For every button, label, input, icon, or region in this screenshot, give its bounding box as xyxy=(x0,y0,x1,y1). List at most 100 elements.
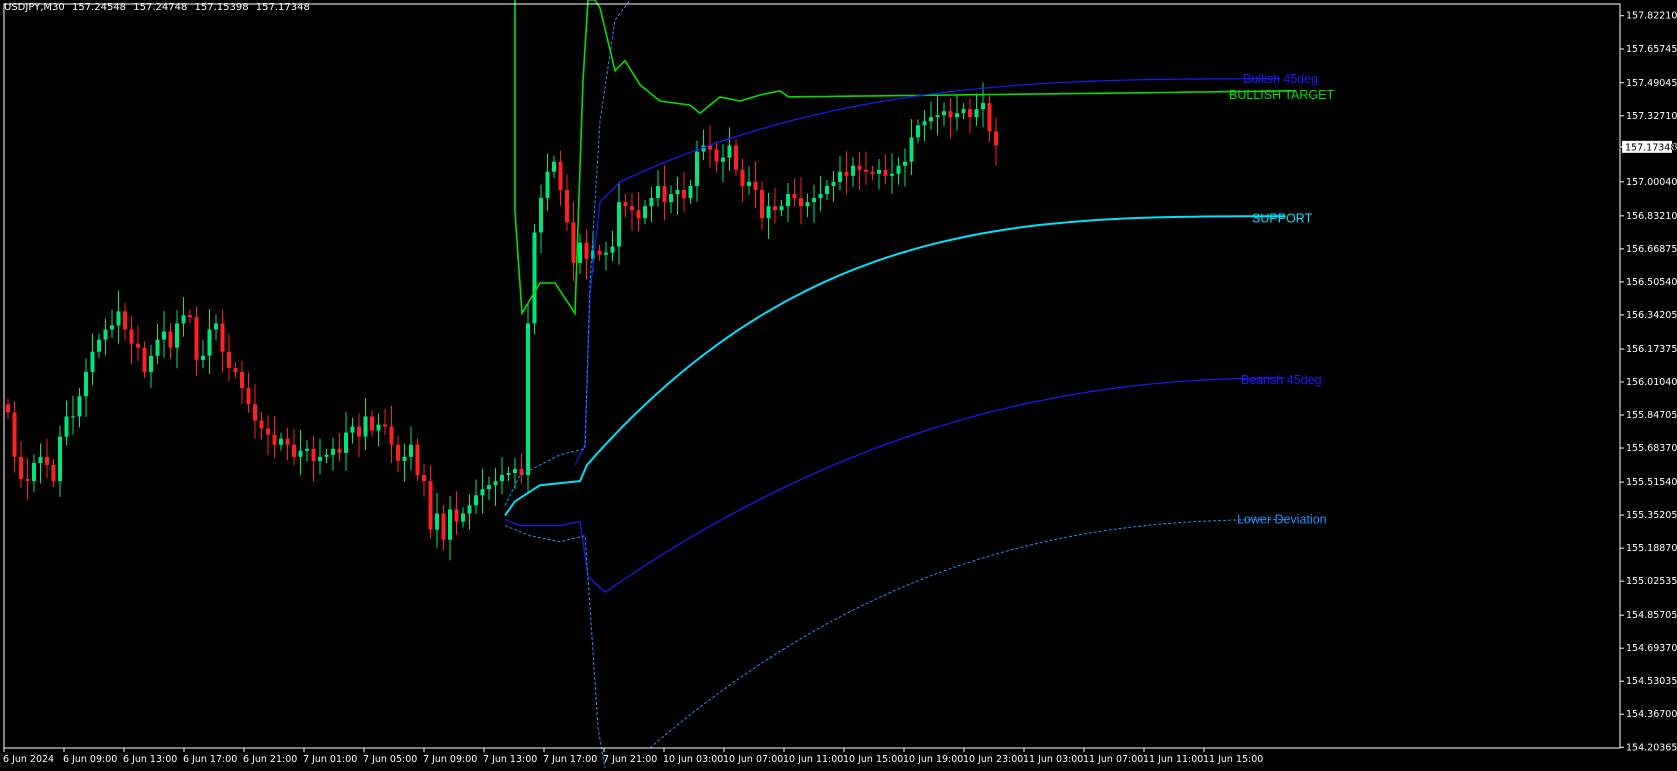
y-tick-label: 155.51540 xyxy=(1626,477,1677,488)
candle-body xyxy=(656,185,660,199)
candle-body xyxy=(272,434,277,445)
y-tick-label: 156.83210 xyxy=(1626,211,1677,222)
candle-body xyxy=(448,509,452,540)
candle-body xyxy=(149,355,153,372)
candle-body xyxy=(753,181,758,190)
candle-body xyxy=(740,169,745,186)
x-tick-label: 10 Jun 03:00 xyxy=(663,754,723,765)
candle-body xyxy=(188,315,192,318)
candle-body xyxy=(45,456,49,465)
y-tick-label: 156.34205 xyxy=(1626,310,1677,321)
candle-body xyxy=(337,448,342,453)
candle-body xyxy=(428,481,433,530)
candle-body xyxy=(422,475,426,482)
candle-body xyxy=(948,111,953,118)
candle-body xyxy=(162,331,166,340)
candle-body xyxy=(779,206,784,211)
candle-body xyxy=(181,315,186,324)
candle-body xyxy=(649,198,654,207)
candle-body xyxy=(864,169,868,172)
candle-body xyxy=(493,481,498,486)
y-tick-label: 155.35205 xyxy=(1626,510,1677,521)
candle-body xyxy=(441,513,446,540)
candle-body xyxy=(623,202,628,207)
candle-body xyxy=(402,456,407,461)
y-tick-label: 157.82210 xyxy=(1626,11,1677,22)
candle-body xyxy=(474,495,478,506)
candle-body xyxy=(415,444,420,476)
candle-body xyxy=(643,206,647,219)
candle-body xyxy=(818,194,823,199)
candle-body xyxy=(896,165,901,174)
low-value: 157.15398 xyxy=(194,2,249,13)
candle-body xyxy=(968,109,972,118)
candle-body xyxy=(877,169,881,174)
candle-body xyxy=(110,325,114,330)
candle-body xyxy=(617,202,621,247)
candle-body xyxy=(578,242,582,263)
candle-body xyxy=(103,329,108,340)
candle-body xyxy=(311,448,316,461)
candle-body xyxy=(636,210,641,219)
x-tick-label: 10 Jun 19:00 xyxy=(903,754,963,765)
candle-body xyxy=(227,351,231,368)
candle-body xyxy=(129,329,134,344)
candle-body xyxy=(695,151,699,186)
candle-body xyxy=(981,103,985,110)
candle-body xyxy=(123,311,127,330)
candle-body xyxy=(461,513,465,522)
candle-body xyxy=(454,509,459,522)
candle-body xyxy=(786,194,790,207)
close-value: 157.17348 xyxy=(255,2,310,13)
candle-body xyxy=(513,469,517,474)
candle-body xyxy=(116,311,121,326)
y-tick-label: 157.49045 xyxy=(1626,78,1677,89)
candle-body xyxy=(467,505,472,514)
candle-body xyxy=(545,171,550,199)
label-bullish-target: BULLISH TARGET xyxy=(1229,88,1334,102)
x-tick-label: 6 Jun 2024 xyxy=(3,754,54,765)
candle-body xyxy=(935,115,940,118)
candle-body xyxy=(350,426,355,433)
y-tick-label: 154.69370 xyxy=(1626,643,1677,654)
candle-body xyxy=(825,185,829,195)
candle-body xyxy=(12,412,17,457)
candle-body xyxy=(285,438,290,445)
candle-body xyxy=(305,448,309,451)
candle-body xyxy=(766,206,771,219)
candle-body xyxy=(552,161,556,172)
y-tick-label: 156.50540 xyxy=(1626,277,1677,288)
candle-body xyxy=(90,351,95,372)
x-tick-label: 6 Jun 09:00 xyxy=(63,754,117,765)
y-tick-label: 154.36700 xyxy=(1626,709,1677,720)
candle-body xyxy=(58,436,62,482)
x-tick-label: 7 Jun 01:00 xyxy=(303,754,357,765)
candle-body xyxy=(922,121,927,126)
y-tick-label: 154.53035 xyxy=(1626,676,1677,687)
candle-body xyxy=(25,479,30,482)
y-tick-label: 156.66875 xyxy=(1626,244,1677,255)
chart-header: USDJPY,M30 157.24548 157.24748 157.15398… xyxy=(4,2,314,13)
candle-body xyxy=(409,444,413,457)
candle-body xyxy=(259,420,264,429)
x-tick-label: 7 Jun 21:00 xyxy=(603,754,657,765)
x-tick-label: 7 Jun 13:00 xyxy=(483,754,537,765)
candle-body xyxy=(97,339,101,352)
candle-body xyxy=(747,181,751,186)
candle-body xyxy=(870,171,875,174)
x-tick-label: 6 Jun 17:00 xyxy=(183,754,237,765)
current-price-marker: 157.17348 xyxy=(1622,140,1676,153)
y-tick-label: 154.85705 xyxy=(1626,610,1677,621)
candle-body xyxy=(805,202,810,207)
y-tick-label: 155.18870 xyxy=(1626,543,1677,554)
candle-body xyxy=(357,426,361,437)
candle-body xyxy=(64,416,69,437)
candle-body xyxy=(214,323,218,330)
candle-body xyxy=(838,171,842,182)
candle-body xyxy=(909,137,914,162)
candle-body xyxy=(220,323,225,352)
chart-canvas[interactable]: 157.82210 157.65745 157.49045 157.32710 157.… xyxy=(0,0,1677,771)
candle-body xyxy=(903,161,907,166)
y-tick-label: 156.01040 xyxy=(1626,377,1677,388)
x-tick-label: 11 Jun 15:00 xyxy=(1203,754,1263,765)
